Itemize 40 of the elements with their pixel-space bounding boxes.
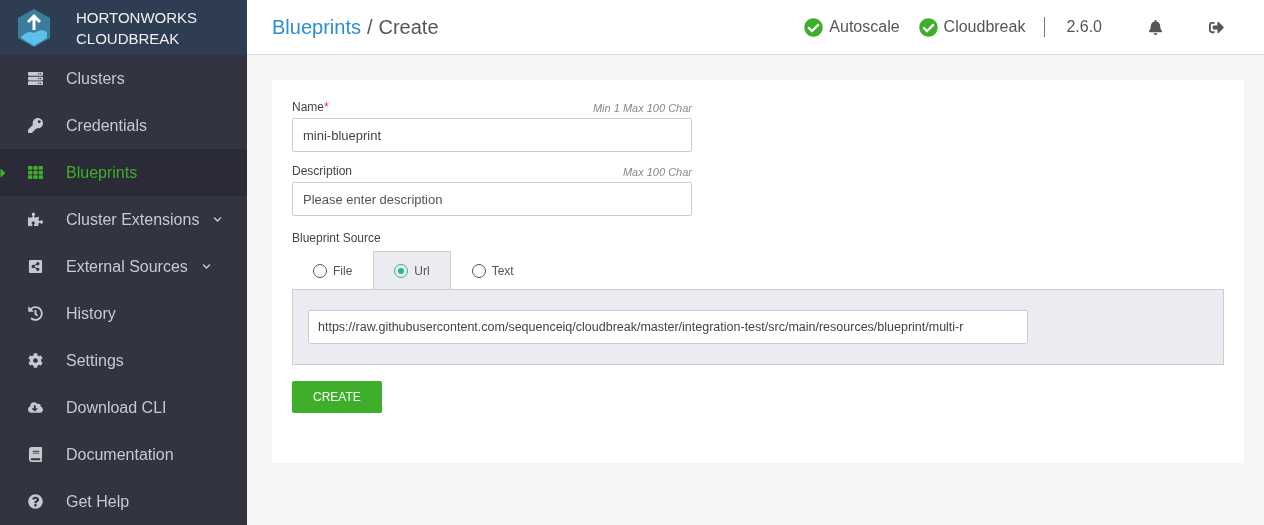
cloud-download-icon	[28, 400, 44, 415]
bell-icon[interactable]	[1148, 19, 1163, 35]
url-field[interactable]: https://raw.githubusercontent.com/sequenceiq/cloudbreak/master/integration-test/src/main/resources/blueprint/multi-r	[308, 310, 1028, 344]
server-icon	[28, 71, 44, 86]
field-hint: Max 100 Char	[622, 166, 692, 178]
help-icon	[28, 494, 44, 509]
field-label: Name*	[292, 100, 329, 114]
sidebar-item[interactable]: Cluster Extensions	[0, 196, 247, 243]
settings-icon	[28, 353, 44, 368]
breadcrumb-link[interactable]: Blueprints	[272, 15, 361, 39]
source-tab[interactable]: Url	[373, 251, 451, 289]
brand-name: CLOUDBREAK	[76, 28, 181, 49]
sidebar-item[interactable]: History	[0, 290, 247, 337]
breadcrumb-separator: /	[366, 15, 373, 39]
sidebar-item[interactable]: Blueprints	[0, 149, 247, 196]
field-label: Description	[292, 164, 353, 178]
input-field[interactable]: mini-blueprint	[292, 118, 692, 152]
status-label: Cloudbreak	[943, 18, 1026, 36]
sidebar-item[interactable]: Credentials	[0, 102, 247, 149]
brand-name: HORTONWORKS	[76, 7, 198, 28]
sidebar-item[interactable]: Get Help	[0, 478, 247, 525]
field-label: Blueprint Source	[292, 231, 381, 245]
input-field[interactable]: Please enter description	[292, 182, 692, 216]
version-label: 2.6.0	[1066, 18, 1102, 36]
sidebar-item[interactable]: Clusters	[0, 55, 247, 102]
book-icon	[28, 447, 44, 462]
status-label: Autoscale	[829, 18, 900, 36]
key-icon	[28, 118, 44, 133]
history-icon	[28, 306, 44, 321]
page-title: Create	[378, 15, 439, 39]
sidebar-item[interactable]: External Sources	[0, 243, 247, 290]
grid-icon	[28, 165, 44, 180]
sidebar-item[interactable]: Documentation	[0, 431, 247, 478]
sidebar-item[interactable]: Settings	[0, 337, 247, 384]
logo-icon	[16, 7, 52, 48]
share-icon	[28, 259, 44, 274]
puzzle-icon	[28, 212, 44, 227]
sidebar-item[interactable]: Download CLI	[0, 384, 247, 431]
sign-out-icon[interactable]	[1209, 19, 1224, 35]
field-hint: Min 1 Max 100 Char	[592, 102, 692, 114]
